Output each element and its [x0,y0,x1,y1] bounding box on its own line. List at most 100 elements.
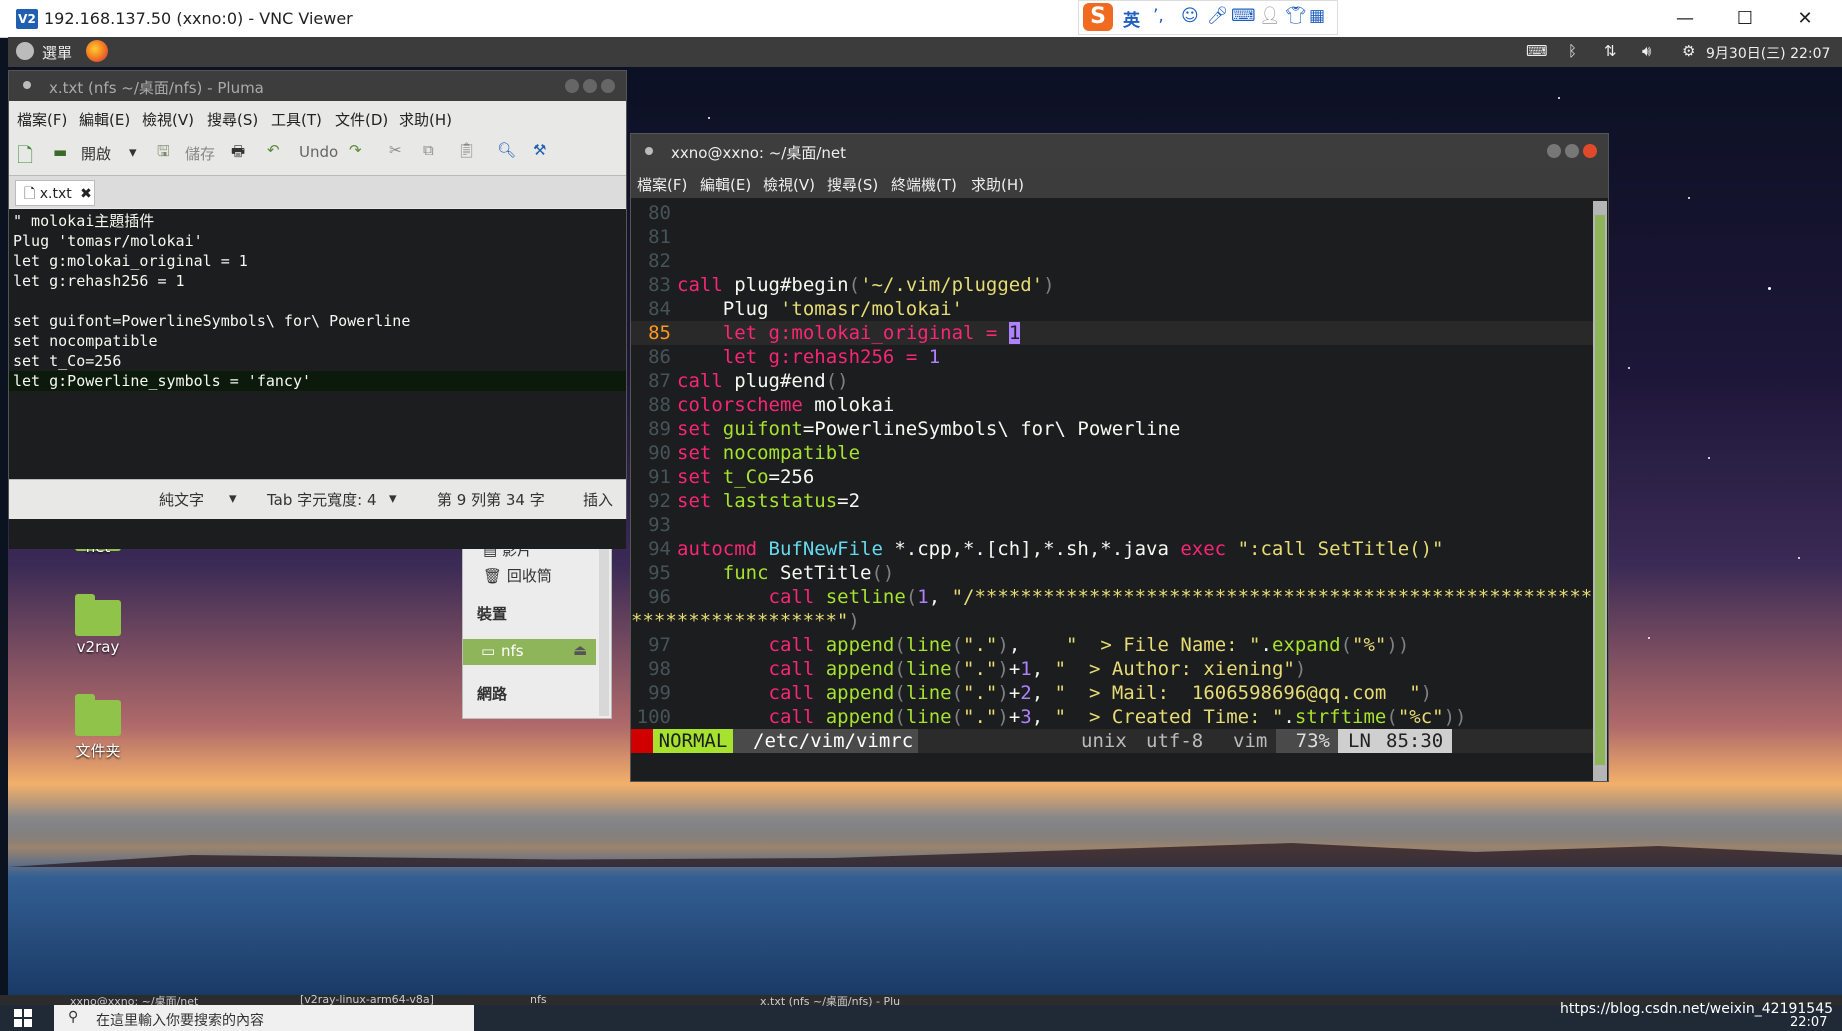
menu-icon[interactable] [16,42,34,60]
settings-gear-icon[interactable]: ⚙ [1682,42,1695,60]
tab-x-txt[interactable]: 🗋︎ x.txt ✖ [15,180,95,206]
keyboard-indicator-icon[interactable]: ⌨ [1526,42,1548,60]
minimize-button[interactable]: — [1660,6,1710,32]
terminal-scrollbar[interactable] [1593,201,1607,781]
menu-search[interactable]: 搜尋(S) [207,109,258,130]
menu-edit[interactable]: 編輯(E) [700,174,751,195]
syntax-selector[interactable]: 純文字 [159,489,204,510]
vim-line: 92 set laststatus=2 [648,490,861,512]
vnc-title-bar: V2 192.168.137.50 (xxno:0) - VNC Viewer … [0,0,1842,38]
chevron-down-icon[interactable]: ▾ [229,489,237,507]
grid-icon[interactable]: ▦ [1309,6,1325,26]
network-icon[interactable]: ⇅ [1604,42,1617,60]
maximize-button[interactable]: ☐ [1720,6,1770,32]
taskbar-window-2[interactable]: nfs [530,993,547,1006]
close-tab-icon[interactable]: ✖ [80,186,92,202]
undo-button[interactable]: Undo [299,143,338,161]
undo-icon[interactable]: ↶ [267,141,280,159]
ime-mode-toggle[interactable]: 英 [1123,6,1140,31]
tab-width-selector[interactable]: Tab 字元寬度: 4 [267,489,377,510]
print-icon[interactable]: 🖶︎ [231,141,245,166]
cut-icon[interactable]: ✂ [389,141,402,159]
folder-icon[interactable] [75,594,121,636]
eject-icon[interactable]: ⏏ [573,641,587,659]
folder-icon[interactable] [75,694,121,736]
editor-line: Plug 'tomasr/molokai' [13,232,203,250]
close-button[interactable] [1583,144,1597,158]
menu-file[interactable]: 檔案(F) [637,174,687,195]
bluetooth-icon[interactable]: ᛒ [1568,42,1577,60]
open-button[interactable]: 開啟 [81,143,111,164]
chevron-down-icon[interactable]: ▾ [129,143,137,161]
windows-start-icon[interactable] [14,1009,32,1027]
editor-line: set guifont=PowerlineSymbols\ for\ Power… [13,312,411,330]
firefox-icon[interactable] [86,40,108,62]
sidebar-item-trash[interactable]: 🗑︎ 回收筒 [483,565,552,586]
mic-icon[interactable]: 🎤︎ [1207,6,1229,26]
menu-file[interactable]: 檔案(F) [17,109,67,130]
desktop-icon-documents[interactable]: 文件夹 [48,740,148,761]
find-icon[interactable]: 🔍︎ [497,141,516,159]
paste-icon[interactable]: 📋︎ [457,141,476,159]
redo-icon[interactable]: ↷ [349,141,362,159]
pluma-menu-bar: 檔案(F) 編輯(E) 檢視(V) 搜尋(S) 工具(T) 文件(D) 求助(H… [9,103,626,133]
vim-line: 95 func SetTitle() [648,562,895,584]
replace-icon[interactable]: ⚒ [533,141,546,159]
menu-help[interactable]: 求助(H) [399,109,452,130]
pluma-title-bar[interactable]: x.txt (nfs ~/桌面/nfs) - Pluma [9,71,626,101]
menu-edit[interactable]: 編輯(E) [79,109,130,130]
sogou-logo-icon[interactable]: S [1083,3,1113,31]
window-menu-icon[interactable] [645,147,653,155]
vim-fileformat: unix [1081,730,1127,752]
menu-view[interactable]: 檢視(V) [142,109,194,130]
maximize-button[interactable] [583,79,597,93]
vim-line: 91 set t_Co=256 [648,466,815,488]
vim-encoding: utf-8 [1146,730,1204,752]
terminal-title-bar[interactable]: xxno@xxno: ~/桌面/net [631,134,1608,168]
menu-tools[interactable]: 工具(T) [271,109,322,130]
save-button[interactable]: 儲存 [185,143,215,164]
vim-cursor-pos-block: LN 85:30 [1338,729,1452,753]
punctuation-icon[interactable]: ’, [1153,6,1164,26]
search-input[interactable]: ⚲ 在這里輸入你要搜索的內容 [54,1005,474,1031]
vim-line: 93 [648,514,671,536]
keyboard-icon[interactable]: ⌨ [1231,6,1256,26]
open-folder-icon[interactable]: ▬ [53,143,67,161]
skin-icon[interactable]: 👕︎ [1285,6,1307,26]
pluma-status-bar: 純文字 ▾ Tab 字元寬度: 4 ▾ 第 9 列第 34 字 插入 [9,479,626,519]
taskbar-window-3[interactable]: x.txt (nfs ~/桌面/nfs) - Plu [760,993,900,1009]
maximize-button[interactable] [1565,144,1579,158]
scrollbar-thumb[interactable] [1595,215,1605,765]
vim-buffer[interactable]: 80 81 82 83 call plug#begin('~/.vim/plugg… [631,201,1604,761]
save-icon[interactable]: 🖫︎ [157,141,170,166]
menu-search[interactable]: 搜尋(S) [827,174,878,195]
menu-terminal[interactable]: 終端機(T) [891,174,957,195]
window-menu-icon[interactable] [23,81,31,89]
desktop-icon-v2ray[interactable]: v2ray [48,638,148,656]
vim-line: 84 Plug 'tomasr/molokai' [648,298,963,320]
minimize-button[interactable] [565,79,579,93]
menu-documents[interactable]: 文件(D) [335,109,388,130]
chevron-down-icon[interactable]: ▾ [389,489,397,507]
clock[interactable]: 9月30日(三) 22:07 [1706,43,1830,63]
vim-line: 81 [648,226,671,248]
menu-view[interactable]: 檢視(V) [763,174,815,195]
insert-mode: 插入 [583,491,614,509]
vim-line: 83 call plug#begin('~/.vim/plugged') [648,274,1055,296]
volume-icon[interactable]: 🔊︎ [1642,42,1651,60]
drive-icon: ▭ [481,642,496,660]
menu-help[interactable]: 求助(H) [971,174,1024,195]
emoji-icon[interactable]: ☺ [1181,6,1199,26]
applications-menu[interactable]: 選單 [42,42,72,63]
new-document-icon[interactable]: 🗋︎ [17,141,33,175]
close-button[interactable] [601,79,615,93]
vim-line: 99 call append(line(".")+2, " > Mail: 16… [648,682,1433,704]
user-icon[interactable]: 👤︎ [1259,6,1281,26]
close-button[interactable]: ✕ [1780,6,1830,32]
vim-line: ******************") [631,610,860,632]
sidebar-item-nfs[interactable]: ▭ nfs ⏏ [463,639,596,665]
vnc-logo-icon: V2 [16,9,38,29]
minimize-button[interactable] [1547,144,1561,158]
taskbar-clock[interactable]: 22:07 [1790,1015,1827,1030]
copy-icon[interactable]: ⧉ [423,141,434,159]
